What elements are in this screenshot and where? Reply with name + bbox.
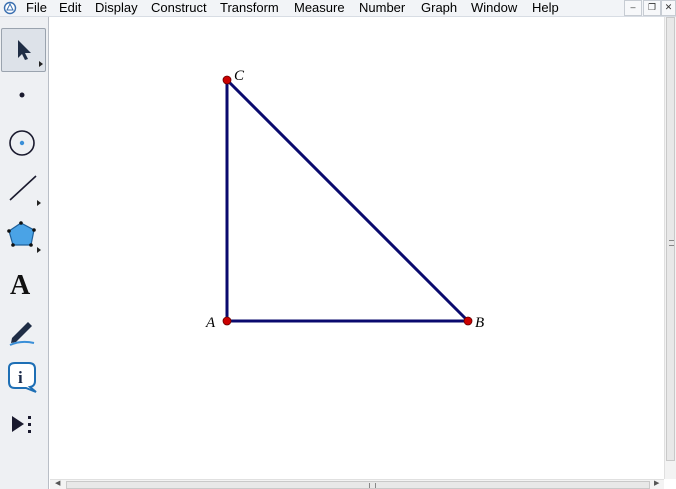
menu-window[interactable]: Window <box>471 0 517 16</box>
point-b[interactable] <box>463 316 473 326</box>
minimize-button[interactable]: – <box>624 0 642 16</box>
segment-icon <box>9 175 41 206</box>
straightedge-tool[interactable] <box>1 167 46 211</box>
point-tool[interactable] <box>1 74 46 118</box>
menu-display[interactable]: Display <box>95 0 138 16</box>
point-c[interactable] <box>222 75 232 85</box>
minimize-icon: – <box>630 2 636 12</box>
menu-help[interactable]: Help <box>532 0 559 16</box>
scroll-right-icon[interactable]: ▶ <box>654 480 659 488</box>
menu-edit[interactable]: Edit <box>59 0 81 16</box>
menu-measure[interactable]: Measure <box>294 0 345 16</box>
info-icon: i <box>8 362 37 393</box>
restore-button[interactable]: ❐ <box>643 0 661 16</box>
label-b[interactable]: B <box>475 315 484 331</box>
selection-arrow-tool[interactable] <box>1 28 46 72</box>
point-a[interactable] <box>222 316 232 326</box>
menu-file[interactable]: File <box>26 0 47 16</box>
arrow-icon <box>18 40 43 67</box>
scroll-left-icon[interactable]: ◀ <box>55 480 60 488</box>
text-tool[interactable]: A <box>1 262 46 306</box>
circle-icon <box>9 130 35 156</box>
segment-bc[interactable] <box>225 78 470 323</box>
scroll-grip-icon <box>369 483 376 488</box>
polygon-icon <box>7 221 41 253</box>
close-button[interactable]: ✕ <box>661 0 676 16</box>
app-icon[interactable] <box>3 1 17 15</box>
text-tool-glyph: A <box>10 270 31 301</box>
menu-graph[interactable]: Graph <box>421 0 457 16</box>
compass-tool[interactable] <box>1 121 46 165</box>
point-icon <box>19 92 25 98</box>
menu-bar: File Edit Display Construct Transform Me… <box>0 0 676 17</box>
horizontal-scroll-thumb[interactable] <box>66 481 650 489</box>
menu-construct[interactable]: Construct <box>151 0 207 16</box>
label-c[interactable]: C <box>234 68 245 84</box>
horizontal-scrollbar[interactable]: ◀ ▶ <box>50 479 664 489</box>
scroll-grip-icon <box>669 240 674 246</box>
custom-tools-icon <box>12 416 31 433</box>
menu-transform[interactable]: Transform <box>220 0 279 16</box>
close-icon: ✕ <box>664 2 673 12</box>
custom-tool[interactable] <box>1 403 46 447</box>
pen-icon <box>9 322 35 346</box>
svg-text:i: i <box>18 368 23 387</box>
vertical-scrollbar[interactable] <box>664 17 676 479</box>
polygon-tool[interactable] <box>1 214 46 258</box>
marker-tool[interactable] <box>1 309 46 353</box>
menu-number[interactable]: Number <box>359 0 405 16</box>
vertical-scroll-thumb[interactable] <box>666 17 675 461</box>
sketch-canvas[interactable]: A B C <box>50 17 664 479</box>
triangle-sketch: A B C <box>205 68 484 331</box>
text-icon: A <box>10 270 31 301</box>
restore-icon: ❐ <box>647 2 657 12</box>
toolbox: A i <box>0 17 49 489</box>
label-a[interactable]: A <box>205 315 216 331</box>
information-tool[interactable]: i <box>1 356 46 400</box>
